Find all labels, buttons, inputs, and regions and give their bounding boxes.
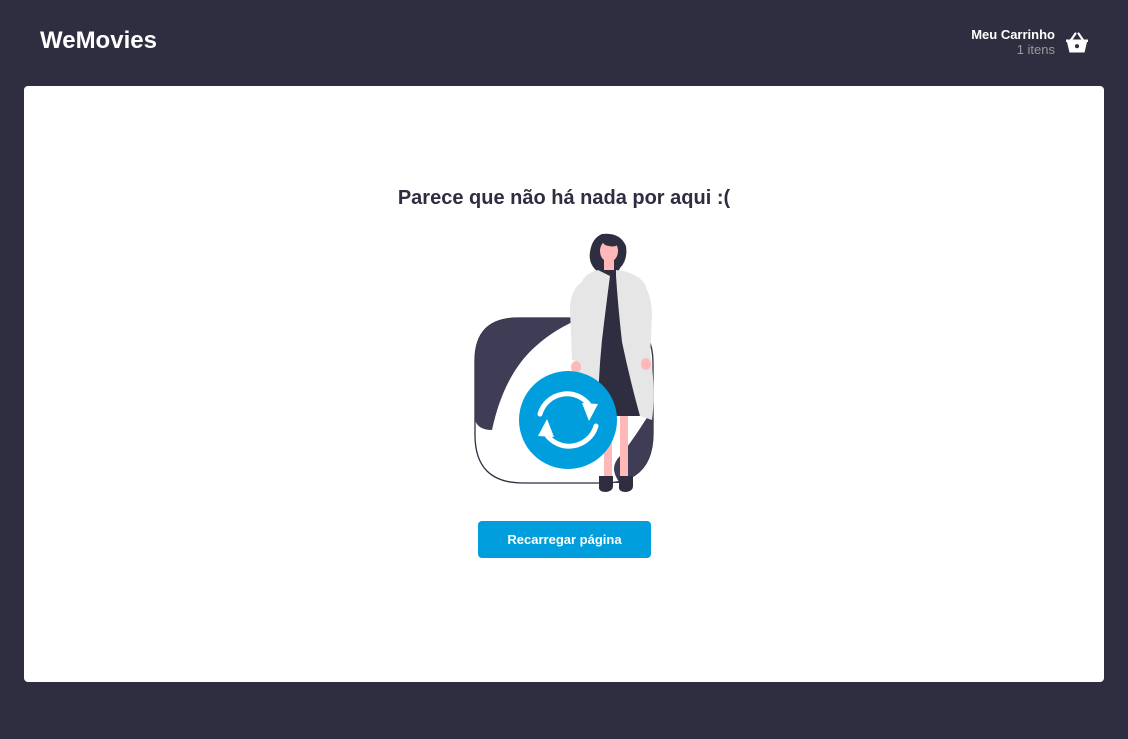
reload-page-button[interactable]: Recarregar página [478,521,651,558]
main-card: Parece que não há nada por aqui :(Recar… [24,86,1104,682]
cart-button[interactable]: Meu Carrinho 1 itens [971,27,1090,58]
basket-icon [1066,31,1088,52]
header: WeMovies Meu Carrinho 1 itens [0,0,1128,86]
logo[interactable]: WeMovies [40,27,157,55]
cart-title: Meu Carrinho [971,27,1055,42]
empty-state-illustration [474,233,654,492]
empty-state-title: Parece que não há nada por aqui :( [397,187,731,209]
cart-info: Meu Carrinho 1 itens [971,27,1055,58]
cart-count: 1 itens [1016,42,1055,57]
